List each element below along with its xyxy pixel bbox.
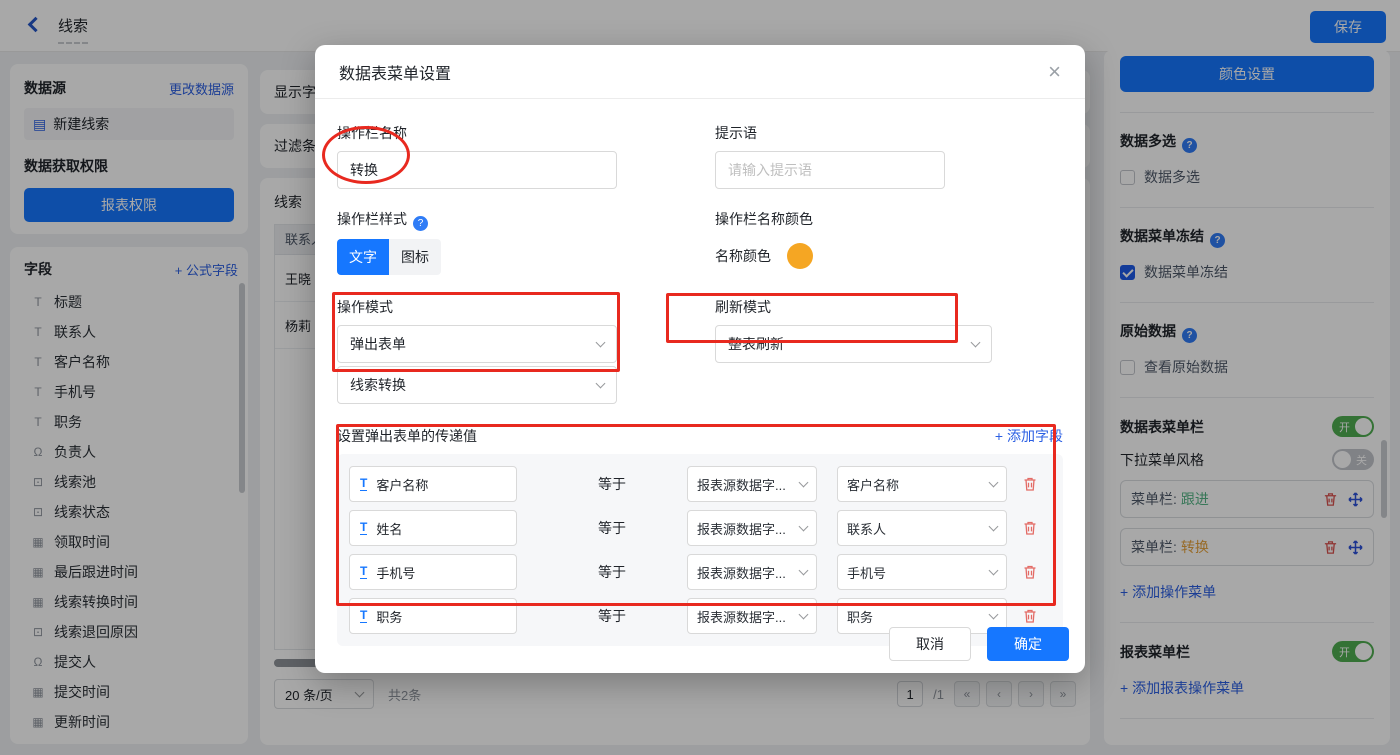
field-name-box[interactable]: T 客户名称 [349,466,517,502]
chevron-down-icon [970,337,981,348]
source-field-select[interactable]: 报表源数据字... [687,510,817,546]
action-style-label: 操作栏样式? [337,209,715,231]
value-field-select[interactable]: 联系人 [837,510,1007,546]
chevron-down-icon [988,477,999,488]
help-icon[interactable]: ? [413,216,428,231]
source-field-select[interactable]: 报表源数据字... [687,598,817,634]
operation-mode-select[interactable]: 弹出表单 [337,325,617,363]
modal-body: 操作栏名称 提示语 操作栏样式? 文字 图标 操作栏名称颜色 [315,99,1085,646]
operation-mode-label: 操作模式 [337,299,393,315]
chevron-down-icon [798,609,809,620]
text-icon: T [360,475,368,492]
chevron-down-icon [798,477,809,488]
trash-icon[interactable] [1022,608,1038,624]
action-style-segmented: 文字 图标 [337,239,441,275]
style-text-tab[interactable]: 文字 [337,239,389,275]
chevron-down-icon [798,521,809,532]
field-name-box[interactable]: T 手机号 [349,554,517,590]
transfer-row: T 手机号 等于 报表源数据字... 手机号 [349,554,1051,590]
name-color-label: 名称颜色 [715,248,771,264]
add-field-link[interactable]: + 添加字段 [995,426,1063,446]
chevron-down-icon [988,565,999,576]
chevron-down-icon [988,609,999,620]
transfer-values-label: 设置弹出表单的传递值 [337,428,477,444]
chevron-down-icon [595,337,606,348]
operator-label: 等于 [598,564,626,580]
tip-input[interactable] [715,151,945,189]
operator-label: 等于 [598,608,626,624]
source-field-select[interactable]: 报表源数据字... [687,554,817,590]
operator-label: 等于 [598,476,626,492]
text-icon: T [360,607,368,624]
field-name-box[interactable]: T 职务 [349,598,517,634]
trash-icon[interactable] [1022,564,1038,580]
chevron-down-icon [798,565,809,576]
refresh-mode-select[interactable]: 整表刷新 [715,325,992,363]
modal-title: 数据表菜单设置 [339,65,452,83]
action-name-input[interactable] [337,151,617,189]
operation-target-select[interactable]: 线索转换 [337,366,617,404]
close-icon[interactable]: × [1048,60,1061,83]
tip-label: 提示语 [715,125,757,141]
source-field-select[interactable]: 报表源数据字... [687,466,817,502]
value-field-select[interactable]: 手机号 [837,554,1007,590]
action-name-label: 操作栏名称 [337,125,407,141]
trash-icon[interactable] [1022,476,1038,492]
app-root: 线索 保存 数据源 更改数据源 ▤ 新建线索 数据获取权限 报表权限 字段 + … [0,0,1400,755]
operator-label: 等于 [598,520,626,536]
transfer-row: T 客户名称 等于 报表源数据字... 客户名称 [349,466,1051,502]
cancel-button[interactable]: 取消 [889,627,971,661]
table-menu-settings-modal: 数据表菜单设置 × 操作栏名称 提示语 操作栏样式? 文字 [315,45,1085,673]
confirm-button[interactable]: 确定 [987,627,1069,661]
modal-header: 数据表菜单设置 × [315,45,1085,99]
chevron-down-icon [595,378,606,389]
style-icon-tab[interactable]: 图标 [389,239,441,275]
refresh-mode-label: 刷新模式 [715,299,771,315]
trash-icon[interactable] [1022,520,1038,536]
transfer-rows-container: T 客户名称 等于 报表源数据字... 客户名称 T 姓名 等于 报表源数据字.… [337,454,1063,646]
color-swatch[interactable] [787,243,813,269]
action-color-label: 操作栏名称颜色 [715,211,813,227]
text-icon: T [360,563,368,580]
chevron-down-icon [988,521,999,532]
value-field-select[interactable]: 客户名称 [837,466,1007,502]
transfer-row: T 姓名 等于 报表源数据字... 联系人 [349,510,1051,546]
field-name-box[interactable]: T 姓名 [349,510,517,546]
text-icon: T [360,519,368,536]
